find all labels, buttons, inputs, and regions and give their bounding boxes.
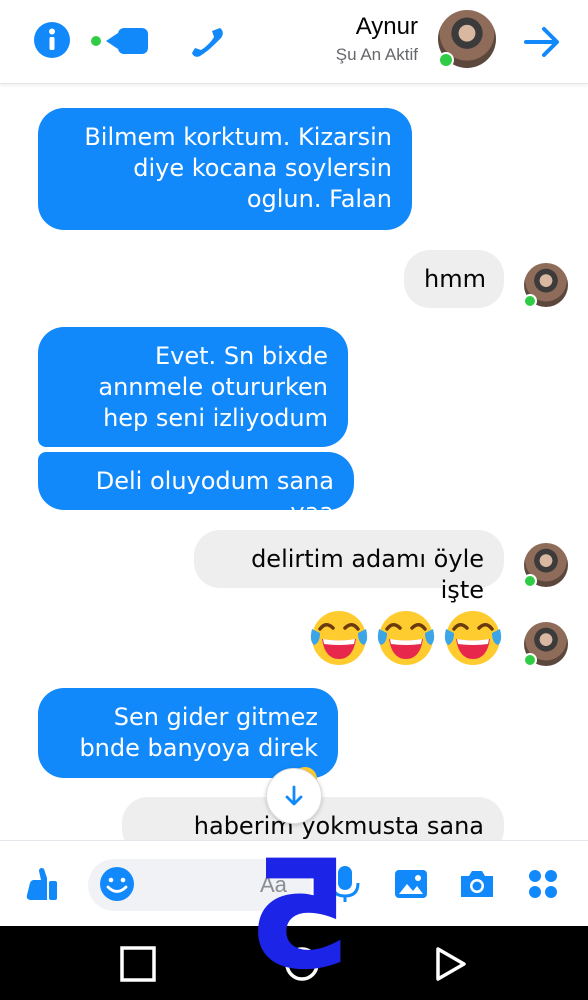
arrow-down-icon — [285, 785, 303, 806]
message-text: Sen gider gitmez bnde banyoya direk — [79, 703, 318, 762]
contact-title-block[interactable]: Aynur Şu An Aktif — [336, 12, 418, 66]
message-bubble[interactable]: Bilmem korktum. Kizarsin diye kocana soy… — [38, 108, 412, 230]
sender-avatar[interactable] — [523, 622, 568, 667]
recents-icon[interactable] — [118, 944, 158, 984]
message-bubble[interactable]: hmm — [404, 250, 504, 308]
online-indicator — [523, 294, 537, 308]
sender-avatar[interactable] — [523, 263, 568, 308]
smiley-icon[interactable] — [96, 863, 138, 905]
online-indicator — [523, 574, 537, 588]
tears-of-joy-emoji-icon — [377, 611, 435, 665]
thumbs-up-icon[interactable] — [20, 863, 62, 905]
message-bubble[interactable]: Evet. Sn bixde annmele otururken hep sen… — [38, 327, 348, 447]
tears-of-joy-emoji-icon — [444, 611, 502, 665]
gallery-icon[interactable] — [390, 863, 432, 905]
message-bubble[interactable]: Sen gider gitmez bnde banyoya direk — [38, 688, 338, 791]
online-indicator — [523, 653, 537, 667]
camera-icon[interactable] — [456, 863, 498, 905]
message-bubble[interactable]: delirtim adamı öyle işte — [194, 530, 504, 604]
active-status: Şu An Aktif — [335, 45, 418, 64]
contact-name: Aynur — [355, 13, 418, 40]
emoji-message[interactable] — [308, 607, 504, 671]
forward-arrow-icon[interactable] — [520, 20, 564, 64]
info-icon[interactable] — [32, 20, 72, 60]
more-apps-icon[interactable] — [522, 863, 564, 905]
tears-of-joy-emoji-icon — [310, 611, 368, 665]
phone-call-icon[interactable] — [188, 22, 228, 62]
conversation-header: Aynur Şu An Aktif — [0, 0, 588, 84]
message-bubble[interactable]: Deli oluyodum sana yaa — [38, 452, 354, 526]
back-icon[interactable] — [430, 944, 470, 984]
sender-avatar[interactable] — [523, 543, 568, 588]
overlay-number: 5 — [247, 829, 352, 1000]
scroll-to-bottom-button[interactable] — [266, 768, 322, 824]
contact-avatar[interactable] — [438, 10, 496, 68]
online-indicator — [438, 52, 454, 68]
video-call-icon[interactable] — [88, 24, 152, 58]
